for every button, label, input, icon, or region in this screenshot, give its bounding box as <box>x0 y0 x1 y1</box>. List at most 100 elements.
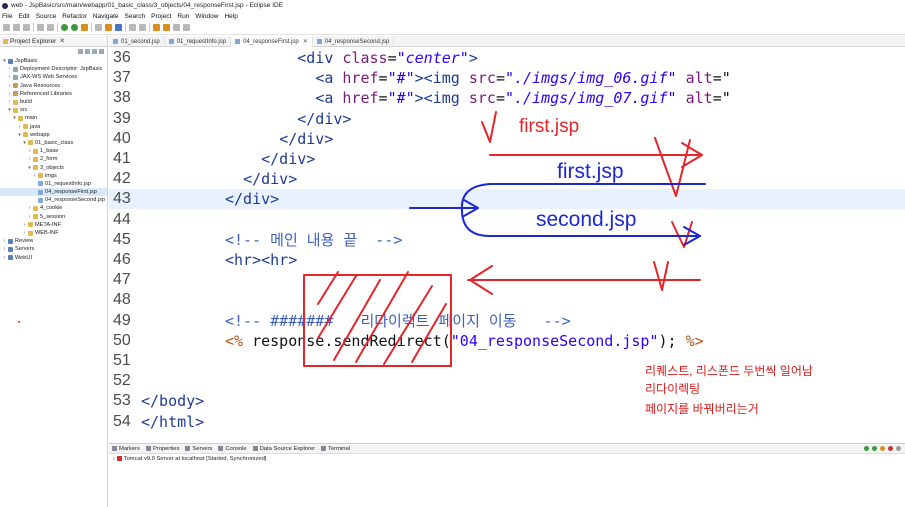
menu-help[interactable]: Help <box>224 13 237 20</box>
menu-source[interactable]: Source <box>36 13 57 20</box>
collapsed-arrow-icon[interactable]: › <box>17 123 22 131</box>
tree-item[interactable]: 01_requestInfo.jsp <box>0 180 107 188</box>
tree-item[interactable]: ▾ 3_objects <box>0 163 107 171</box>
code-line[interactable]: 50 <% response.sendRedirect("04_responseS… <box>109 331 905 351</box>
tree-item[interactable]: › Referenced Libraries <box>0 90 107 98</box>
code-line[interactable]: 46 <hr><hr> <box>109 250 905 270</box>
collapsed-arrow-icon[interactable]: › <box>2 254 7 262</box>
code-line[interactable]: 47 <box>109 270 905 290</box>
new-class-icon[interactable] <box>115 24 122 31</box>
code-line[interactable]: 40 </div> <box>109 129 905 149</box>
menu-file[interactable]: File <box>2 13 12 20</box>
code-line[interactable]: 45 <!-- 메인 내용 끝 --> <box>109 230 905 250</box>
save-all-icon[interactable] <box>23 24 30 31</box>
expanded-arrow-icon[interactable]: ▾ <box>22 139 27 147</box>
expanded-arrow-icon[interactable]: ▾ <box>2 57 7 65</box>
tree-item[interactable]: › 2_form <box>0 155 107 163</box>
search-icon[interactable] <box>139 24 146 31</box>
tree-item[interactable]: › 1_base <box>0 147 107 155</box>
tree-item[interactable]: › JAX-WS Web Services <box>0 73 107 81</box>
server-entry[interactable]: › Tomcat v9.0 Server at localhost [Start… <box>109 454 905 463</box>
expanded-arrow-icon[interactable]: ▾ <box>27 164 32 172</box>
collapsed-arrow-icon[interactable]: › <box>7 65 12 73</box>
debug-server-icon[interactable] <box>872 446 877 451</box>
expand-arrow-icon[interactable]: › <box>113 456 115 462</box>
tree-item[interactable]: › Java Resources <box>0 82 107 90</box>
close-icon[interactable]: ✕ <box>59 37 65 45</box>
collapsed-arrow-icon[interactable]: › <box>22 221 27 229</box>
expanded-arrow-icon[interactable]: ▾ <box>17 131 22 139</box>
tab-terminal[interactable]: Terminal <box>321 446 350 452</box>
tree-item[interactable]: ▾ webapp <box>0 131 107 139</box>
code-line[interactable]: 38 <a href="#"><img src="./imgs/img_07.g… <box>109 88 905 108</box>
view-menu-icon[interactable] <box>99 49 104 54</box>
tree-item[interactable]: › build <box>0 98 107 106</box>
tree-item[interactable]: › META-INF <box>0 221 107 229</box>
external-tools-icon[interactable] <box>81 24 88 31</box>
collapsed-arrow-icon[interactable]: › <box>32 172 37 180</box>
code-line[interactable]: 48 <box>109 290 905 310</box>
code-line[interactable]: 44 <box>109 210 905 230</box>
tree-item[interactable]: › Deployment Descriptor: JspBasic <box>0 65 107 73</box>
tree-item[interactable]: › WebUI <box>0 254 107 262</box>
collapsed-arrow-icon[interactable]: › <box>27 147 32 155</box>
code-line[interactable]: 42 </div> <box>109 169 905 189</box>
tree-item[interactable]: › WEB-INF <box>0 229 107 237</box>
tab-console[interactable]: Console <box>218 446 247 452</box>
code-line[interactable]: 43 </div> <box>109 189 905 210</box>
menu-window[interactable]: Window <box>195 13 218 20</box>
close-icon[interactable]: ✕ <box>303 38 308 45</box>
collapsed-arrow-icon[interactable]: › <box>27 213 32 221</box>
link-editor-icon[interactable] <box>85 49 90 54</box>
tree-item[interactable]: ▾ JspBasic <box>0 57 107 65</box>
collapsed-arrow-icon[interactable]: › <box>7 73 12 81</box>
expanded-arrow-icon[interactable]: ▾ <box>12 114 17 122</box>
tree-item[interactable]: › imgs <box>0 172 107 180</box>
filter-icon[interactable] <box>92 49 97 54</box>
code-line[interactable]: 37 <a href="#"><img src="./imgs/img_06.g… <box>109 68 905 88</box>
tree-item[interactable]: 04_responseSecond.jsp <box>0 196 107 204</box>
tree-item[interactable]: › Servers <box>0 245 107 253</box>
code-line[interactable]: 49 <!-- ####### 리다이렉트 페이지 이동 --> <box>109 311 905 331</box>
save-icon[interactable] <box>13 24 20 31</box>
tab-01-second-jsp[interactable]: 01_second.jsp <box>109 36 165 47</box>
tree-item[interactable]: › 4_cookie <box>0 204 107 212</box>
view-menu-icon[interactable] <box>896 446 901 451</box>
run-icon[interactable] <box>71 24 78 31</box>
collapsed-arrow-icon[interactable]: › <box>7 90 12 98</box>
menu-project[interactable]: Project <box>151 13 171 20</box>
stop-server-icon[interactable] <box>888 446 893 451</box>
code-line[interactable]: 36 <div class="center"> <box>109 48 905 68</box>
tab-properties[interactable]: Properties <box>145 446 179 452</box>
project-explorer-tab[interactable]: Project Explorer ✕ <box>0 36 107 47</box>
code-line[interactable]: 41 </div> <box>109 149 905 169</box>
expanded-arrow-icon[interactable]: ▾ <box>7 106 12 114</box>
code-line[interactable]: 53 </body> <box>109 391 905 411</box>
publish-icon[interactable] <box>880 446 885 451</box>
new-icon[interactable] <box>3 24 10 31</box>
menu-run[interactable]: Run <box>177 13 189 20</box>
tree-item[interactable]: › Review <box>0 237 107 245</box>
menu-edit[interactable]: Edit <box>18 13 29 20</box>
tab-01-requestinfo-jsp[interactable]: 01_requestInfo.jsp <box>165 36 232 47</box>
menu-refactor[interactable]: Refactor <box>62 13 87 20</box>
tab-servers[interactable]: Servers <box>185 446 212 452</box>
build-icon[interactable] <box>37 24 44 31</box>
menu-search[interactable]: Search <box>125 13 146 20</box>
collapsed-arrow-icon[interactable]: › <box>7 82 12 90</box>
menu-navigate[interactable]: Navigate <box>93 13 119 20</box>
collapse-all-icon[interactable] <box>78 49 83 54</box>
open-type-icon[interactable] <box>129 24 136 31</box>
debug-icon[interactable] <box>61 24 68 31</box>
code-line[interactable]: 54 </html> <box>109 412 905 432</box>
terminal-icon[interactable] <box>47 24 54 31</box>
prev-annotation-icon[interactable] <box>163 24 170 31</box>
tree-item[interactable]: › 5_session <box>0 213 107 221</box>
forward-icon[interactable] <box>183 24 190 31</box>
collapsed-arrow-icon[interactable]: › <box>2 237 7 245</box>
collapsed-arrow-icon[interactable]: › <box>7 98 12 106</box>
code-line[interactable]: 39 </div> <box>109 109 905 129</box>
new-package-icon[interactable] <box>105 24 112 31</box>
tree-item[interactable]: 04_responseFirst.jsp <box>0 188 107 197</box>
collapsed-arrow-icon[interactable]: › <box>27 155 32 163</box>
